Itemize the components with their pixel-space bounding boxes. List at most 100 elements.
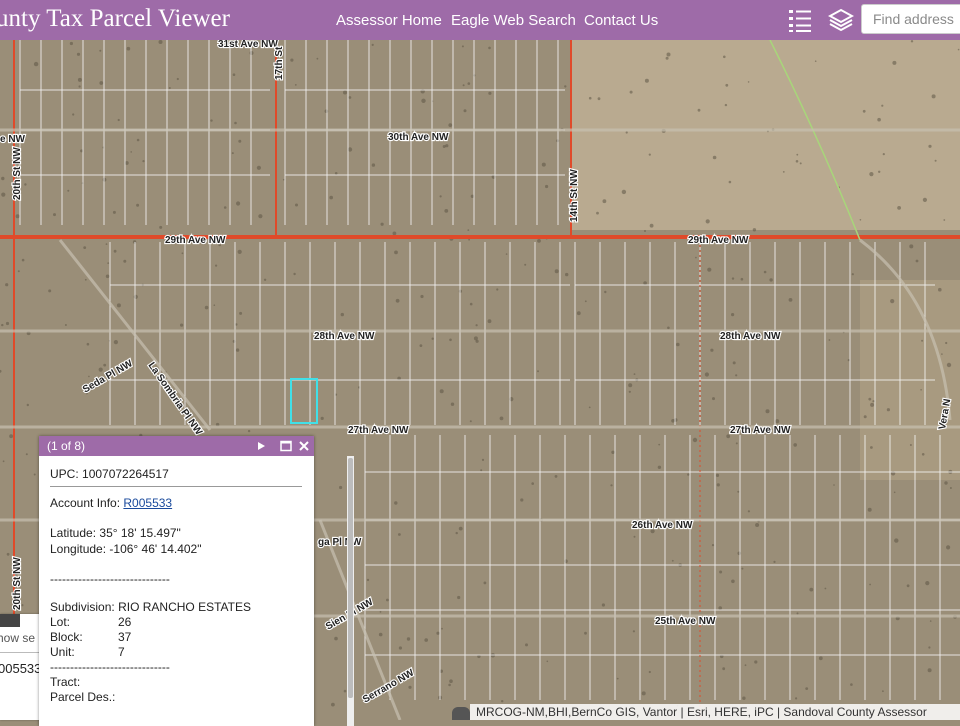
shrub <box>671 559 674 562</box>
shrub <box>103 363 107 367</box>
shrub <box>142 160 145 163</box>
road-label: 27th Ave NW <box>348 425 409 436</box>
nav-eagle-web-search[interactable]: Eagle Web Search <box>451 12 576 29</box>
shrub <box>112 210 116 214</box>
shrub <box>795 697 798 700</box>
maximize-button[interactable] <box>279 438 293 454</box>
shrub <box>890 299 895 304</box>
shrub <box>747 510 751 513</box>
find-address-input[interactable] <box>861 4 960 34</box>
shrub <box>596 211 599 215</box>
shrub <box>235 348 240 352</box>
shrub <box>159 225 163 229</box>
popup-scrollbar[interactable] <box>347 456 354 726</box>
shrub <box>920 389 922 391</box>
road-label: 17th St <box>274 46 285 80</box>
shrub <box>628 383 633 388</box>
shrub <box>458 526 463 531</box>
shrub <box>392 231 397 236</box>
subdivision-row: Subdivision: RIO RANCHO ESTATES <box>50 600 302 614</box>
shrub <box>915 259 919 263</box>
shrub <box>316 57 319 60</box>
parcel-des-row: Parcel Des.: <box>50 690 302 704</box>
shrub <box>735 442 738 445</box>
tract-row: Tract: <box>50 675 302 689</box>
shrub <box>705 219 710 224</box>
shrub <box>395 298 400 303</box>
shrub <box>340 312 344 317</box>
shrub <box>869 172 874 177</box>
next-button[interactable] <box>254 438 268 454</box>
shrub <box>737 551 742 556</box>
account-link[interactable]: R005533 <box>123 496 172 510</box>
shrub <box>545 184 549 189</box>
close-button[interactable] <box>297 438 311 454</box>
shrub <box>394 501 398 505</box>
shrub <box>732 361 736 365</box>
shrub <box>793 443 797 447</box>
shrub <box>927 668 932 673</box>
shrub <box>181 252 184 255</box>
road-label: 31st Ave NW <box>218 40 278 50</box>
shrub <box>76 52 81 56</box>
side-panel-tab[interactable] <box>0 614 20 627</box>
shrub <box>237 249 242 254</box>
shrub <box>934 159 937 162</box>
nav-contact-us[interactable]: Contact Us <box>584 12 658 29</box>
shrub <box>99 81 104 85</box>
scroll-thumb[interactable] <box>348 458 353 698</box>
shrub <box>719 570 723 574</box>
shrub <box>878 170 881 173</box>
shrub <box>850 683 853 686</box>
shrub <box>232 73 236 76</box>
shrub <box>565 272 569 277</box>
shrub <box>48 289 52 293</box>
shrub <box>676 342 680 347</box>
nav-assessor-home[interactable]: Assessor Home <box>336 12 442 29</box>
shrub <box>158 40 163 44</box>
shrub <box>881 104 884 107</box>
attribution-toggle[interactable] <box>452 707 470 720</box>
shrub <box>616 677 619 680</box>
shrub <box>457 595 461 600</box>
layers-button[interactable] <box>821 0 861 40</box>
shrub <box>828 339 831 341</box>
longitude-row: Longitude: -106° 46' 14.402" <box>50 542 302 556</box>
shrub <box>378 632 383 637</box>
shrub <box>524 263 527 266</box>
shrub <box>436 631 440 635</box>
shrub <box>649 223 654 228</box>
shrub <box>725 83 729 87</box>
shrub <box>1 192 6 197</box>
popup-title: (1 of 8) <box>47 439 86 453</box>
shrub <box>449 338 452 342</box>
longitude-value: -106° 46' 14.402" <box>109 542 202 556</box>
shrub <box>69 41 73 46</box>
shrub <box>949 487 952 489</box>
shrub <box>909 444 912 446</box>
layers-icon <box>828 8 854 32</box>
shrub <box>929 620 932 622</box>
shrub <box>531 482 534 485</box>
shrub <box>731 579 735 584</box>
next-icon <box>258 442 265 450</box>
legend-button[interactable] <box>780 0 820 40</box>
latitude-label: Latitude: <box>50 526 97 540</box>
shrub <box>105 274 110 279</box>
shrub <box>130 151 132 153</box>
shrub <box>290 58 294 62</box>
shrub <box>882 690 884 693</box>
shrub <box>658 443 661 446</box>
shrub <box>505 253 508 255</box>
shrub <box>348 96 352 99</box>
shrub <box>941 353 943 355</box>
shrub <box>2 460 5 463</box>
shrub <box>867 507 872 512</box>
parcel-des-label: Parcel Des.: <box>50 690 116 704</box>
shrub <box>724 103 728 107</box>
block-label: Block: <box>50 630 83 644</box>
shrub <box>625 131 628 134</box>
shrub <box>15 214 20 219</box>
shrub <box>851 273 854 276</box>
shrub <box>796 612 799 615</box>
